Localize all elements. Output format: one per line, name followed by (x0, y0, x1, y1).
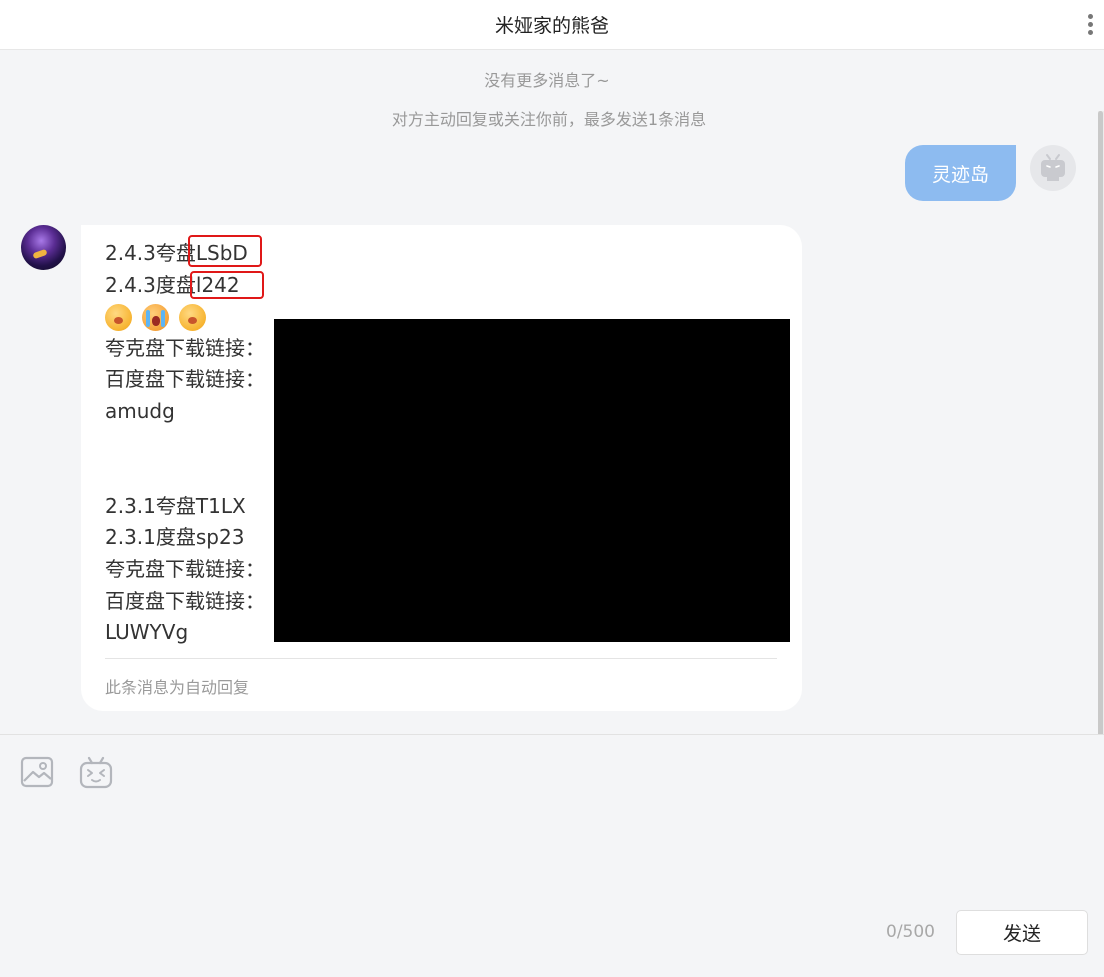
image-icon[interactable] (20, 755, 54, 789)
chat-title: 米娅家的熊爸 (494, 15, 609, 37)
message-line: 百度盘下载链接： (105, 367, 265, 392)
emoji-icon[interactable] (79, 755, 113, 789)
message-line: 2.3.1夸盘T1LX (105, 493, 246, 518)
message-list[interactable]: 没有更多消息了~ 对方主动回复或关注你前，最多发送1条消息 灵迹岛 2.4.3夸… (0, 51, 1104, 734)
character-counter: 0/500 (886, 922, 935, 942)
sent-message-text: 灵迹岛 (931, 163, 989, 186)
message-line: 百度盘下载链接： (105, 588, 265, 613)
more-options-icon[interactable] (1087, 14, 1093, 36)
crying-emoji-icon (142, 303, 169, 331)
no-more-messages-notice: 没有更多消息了~ (484, 71, 610, 90)
scrollbar[interactable] (1098, 111, 1104, 734)
received-message-bubble: 2.4.3夸盘LSbD 2.4.3度盘l242 夸克盘下载链接： 百度盘下载链接… (81, 225, 802, 711)
message-line: LUWYVg (105, 620, 189, 645)
sent-message-bubble: 灵迹岛 (905, 145, 1016, 201)
received-message-text: 2.4.3夸盘LSbD 2.4.3度盘l242 夸克盘下载链接： 百度盘下载链接… (105, 238, 275, 649)
yawn-emoji-icon (179, 303, 206, 331)
message-line: 夸克盘下载链接： (105, 556, 265, 581)
message-line: 2.3.1度盘sp23 (105, 525, 245, 550)
my-avatar[interactable] (1030, 145, 1076, 191)
highlight-box-code (190, 271, 264, 299)
divider (105, 658, 777, 659)
message-line: 夸克盘下载链接： (105, 335, 265, 360)
redacted-image[interactable] (274, 319, 790, 642)
yawn-emoji-icon (105, 303, 132, 331)
composer: 0/500 发送 (0, 734, 1104, 977)
contact-avatar[interactable] (21, 225, 66, 270)
message-limit-notice: 对方主动回复或关注你前，最多发送1条消息 (391, 110, 707, 129)
bilibili-tv-icon (1041, 154, 1065, 181)
highlight-box-code (188, 235, 262, 267)
emoji-row (105, 301, 275, 333)
send-button[interactable]: 发送 (956, 910, 1088, 955)
chat-header: 米娅家的熊爸 (0, 0, 1104, 50)
message-line: amudg (105, 398, 175, 423)
auto-reply-label: 此条消息为自动回复 (105, 678, 250, 697)
